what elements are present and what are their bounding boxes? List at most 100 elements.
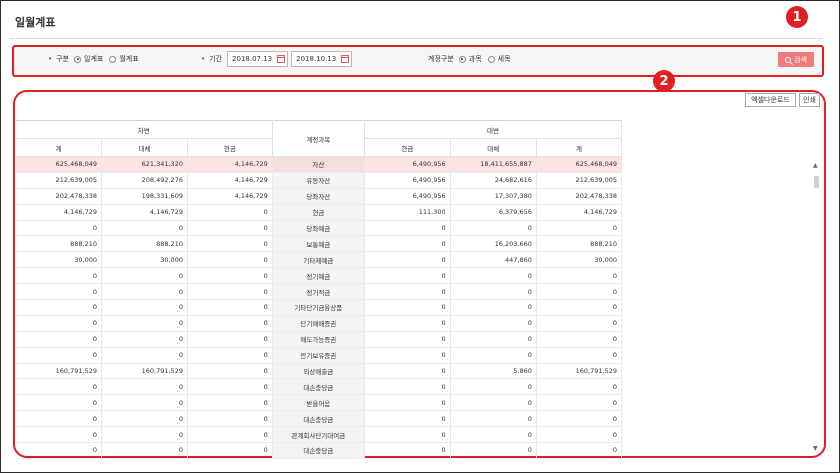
radio-daily[interactable]	[74, 55, 82, 63]
radio-subject-label[interactable]: 과목	[469, 54, 482, 64]
cell-c-total: 160,791,529	[536, 363, 623, 380]
cell-c-total: 0	[536, 410, 623, 428]
cell-c-total: 0	[536, 267, 623, 285]
cell-c-total: 0	[536, 394, 623, 412]
table-row[interactable]: 0 0 0 대손충당금 0 0 0	[16, 378, 623, 396]
radio-subject[interactable]	[458, 55, 466, 63]
cell-d-total: 0	[16, 331, 102, 348]
cell-d-cash: 0	[187, 299, 273, 316]
cell-c-cash: 6,490,956	[364, 172, 451, 189]
cell-c-transfer: 5,860	[450, 363, 537, 380]
cell-c-total: 202,478,338	[536, 188, 623, 205]
col-debit-transfer: 대체	[101, 138, 188, 157]
type-filter: • 구분 일계표 월계표	[48, 54, 145, 64]
start-date-field[interactable]: 2018.07.13	[227, 51, 289, 67]
cell-c-cash: 0	[364, 220, 451, 237]
table-row[interactable]: 0 0 0 정기예금 0 0 0	[16, 267, 623, 285]
cell-d-transfer: 888,210	[101, 235, 188, 253]
cell-c-transfer: 18,411,655,887	[450, 156, 537, 173]
required-mark: •	[48, 55, 53, 63]
cell-c-transfer: 0	[450, 347, 537, 364]
page-title: 일월계표	[15, 16, 56, 29]
table-row[interactable]: 4,146,729 4,146,729 0 현금 111,300 6,379,656 4,1…	[16, 204, 623, 221]
col-debit-total: 계	[16, 138, 102, 157]
filter-bar: • 구분 일계표 월계표 • 기간 2018.07.13 2018.10.13 …	[12, 45, 824, 77]
print-button[interactable]: 인쇄	[799, 93, 820, 107]
debit-group-header: 차변	[16, 120, 273, 139]
cell-account: 유동자산	[272, 172, 365, 189]
account-type-label: 계정구분	[428, 55, 454, 63]
scroll-down-icon[interactable]: ▼	[813, 445, 818, 452]
table-row[interactable]: 0 0 0 당좌예금 0 0 0	[16, 220, 623, 237]
cell-account: 당좌예금	[272, 220, 365, 237]
cell-account: 대손충당금	[272, 378, 365, 396]
table-row[interactable]: 0 0 0 관계회사단기대여금 0 0 0	[16, 426, 623, 444]
search-button[interactable]: 검색	[778, 52, 814, 67]
col-credit-total: 계	[536, 138, 623, 157]
cell-d-cash: 0	[187, 363, 273, 380]
radio-detail[interactable]	[487, 55, 495, 63]
table-row[interactable]: 0 0 0 정기적금 0 0 0	[16, 283, 623, 301]
excel-download-button[interactable]: 엑셀다운로드	[745, 93, 796, 107]
cell-c-cash: 0	[364, 410, 451, 428]
cell-account: 외상매출금	[272, 363, 365, 380]
calendar-icon[interactable]	[277, 55, 286, 63]
table-row[interactable]: 0 0 0 받을어음 0 0 0	[16, 394, 623, 412]
radio-daily-label[interactable]: 일계표	[84, 54, 103, 64]
table-row[interactable]: 0 0 0 기타단기금융상품 0 0 0	[16, 299, 623, 316]
cell-c-transfer: 0	[450, 299, 537, 316]
col-debit-cash: 현금	[187, 138, 273, 157]
cell-d-transfer: 0	[101, 220, 188, 237]
cell-account: 기타제예금	[272, 251, 365, 269]
cell-account: 당좌자산	[272, 188, 365, 205]
cell-d-transfer: 0	[101, 347, 188, 364]
cell-c-total: 0	[536, 426, 623, 444]
cell-c-cash: 0	[364, 299, 451, 316]
calendar-icon[interactable]	[341, 55, 350, 63]
vertical-scrollbar[interactable]: ▲ ▼	[812, 162, 821, 452]
radio-monthly-label[interactable]: 월계표	[119, 54, 138, 64]
cell-c-cash: 0	[364, 283, 451, 301]
cell-account: 현금	[272, 204, 365, 221]
cell-c-transfer: 0	[450, 410, 537, 428]
cell-c-total: 0	[536, 331, 623, 348]
callout-badge-2: 2	[653, 70, 675, 92]
cell-c-cash: 0	[364, 251, 451, 269]
cell-c-cash: 0	[364, 315, 451, 332]
table-row[interactable]: 888,210 888,210 0 보통예금 0 16,203,660 888,210	[16, 235, 623, 253]
table-row[interactable]: 160,791,529 160,791,529 0 외상매출금 0 5,860 160,79…	[16, 363, 623, 380]
table-row[interactable]: 30,000 30,000 0 기타제예금 0 447,860 30,000	[16, 251, 623, 269]
cell-d-cash: 4,146,729	[187, 188, 273, 205]
scroll-up-icon[interactable]: ▲	[813, 162, 818, 169]
col-credit-transfer: 대체	[450, 138, 537, 157]
cell-d-transfer: 0	[101, 331, 188, 348]
cell-c-total: 625,468,049	[536, 156, 623, 173]
cell-c-transfer: 447,860	[450, 251, 537, 269]
cell-c-transfer: 0	[450, 378, 537, 396]
table-row[interactable]: 0 0 0 단기매매증권 0 0 0	[16, 315, 623, 332]
cell-d-cash: 0	[187, 235, 273, 253]
radio-monthly[interactable]	[109, 55, 117, 63]
table-row[interactable]: 0 0 0 대손충당금 0 0 0	[16, 410, 623, 428]
cell-d-total: 0	[16, 267, 102, 285]
cell-c-total: 0	[536, 315, 623, 332]
col-credit-cash: 현금	[364, 138, 451, 157]
cell-c-total: 30,000	[536, 251, 623, 269]
end-date-field[interactable]: 2018.10.13	[291, 51, 353, 67]
table-row[interactable]: 0 0 0 대손충당금 0 0 0	[16, 442, 623, 459]
table-row[interactable]: 212,639,005 208,492,276 4,146,729 유동자산 6,490…	[16, 172, 623, 189]
table-row[interactable]: 0 0 0 매도가능증권 0 0 0	[16, 331, 623, 348]
table-row[interactable]: 202,478,338 198,331,609 4,146,729 당좌자산 6,490…	[16, 188, 623, 205]
cell-c-total: 0	[536, 347, 623, 364]
cell-d-cash: 0	[187, 220, 273, 237]
cell-account: 단기매매증권	[272, 315, 365, 332]
cell-d-transfer: 0	[101, 394, 188, 412]
radio-detail-label[interactable]: 세목	[498, 54, 511, 64]
cell-d-total: 888,210	[16, 235, 102, 253]
cell-d-total: 202,478,338	[16, 188, 102, 205]
cell-d-total: 0	[16, 347, 102, 364]
table-row[interactable]: 0 0 0 만기보유증권 0 0 0	[16, 347, 623, 364]
scroll-thumb[interactable]	[814, 176, 819, 188]
cell-d-cash: 0	[187, 347, 273, 364]
table-row[interactable]: 625,468,049 621,341,320 4,146,729 자산 6,490,9…	[16, 156, 623, 173]
